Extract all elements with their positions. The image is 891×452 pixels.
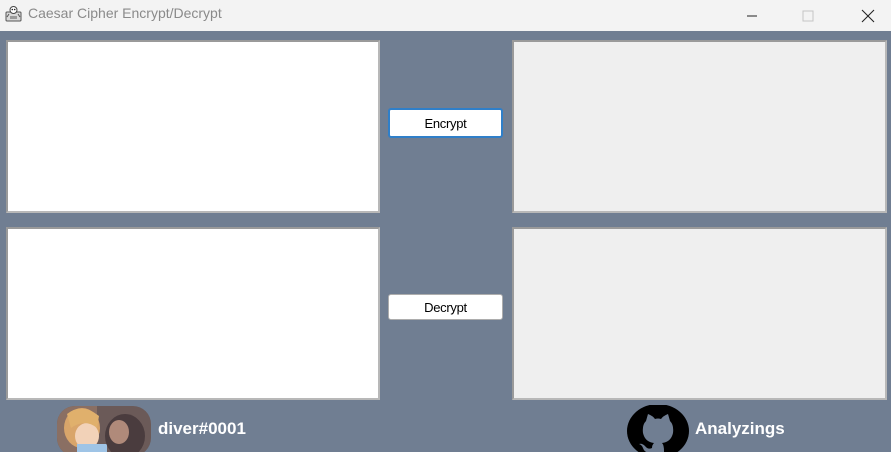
username-label: diver#0001 bbox=[158, 419, 246, 438]
encrypt-button[interactable]: Encrypt bbox=[388, 108, 503, 138]
encrypt-output-textbox[interactable] bbox=[512, 40, 887, 213]
github-icon[interactable] bbox=[626, 405, 690, 452]
maximize-button[interactable] bbox=[785, 0, 831, 31]
window-title: Caesar Cipher Encrypt/Decrypt bbox=[28, 5, 222, 21]
avatar-image[interactable] bbox=[57, 406, 151, 452]
github-username-label[interactable]: Analyzings bbox=[695, 419, 785, 439]
maximize-icon bbox=[802, 10, 814, 21]
decrypt-output-textbox[interactable] bbox=[512, 227, 887, 400]
decrypt-input-textbox[interactable] bbox=[6, 227, 380, 400]
title-bar[interactable]: Caesar Cipher Encrypt/Decrypt bbox=[0, 0, 891, 31]
decrypt-button[interactable]: Decrypt bbox=[388, 294, 503, 320]
avatar-picture bbox=[57, 406, 151, 452]
main-window: Caesar Cipher Encrypt/Decrypt Encrypt De… bbox=[0, 0, 891, 452]
close-button[interactable] bbox=[845, 0, 891, 31]
encrypt-input-textbox[interactable] bbox=[6, 40, 380, 213]
minimize-icon bbox=[747, 15, 757, 16]
close-icon bbox=[861, 9, 875, 22]
minimize-button[interactable] bbox=[729, 0, 775, 31]
app-icon bbox=[5, 6, 22, 22]
